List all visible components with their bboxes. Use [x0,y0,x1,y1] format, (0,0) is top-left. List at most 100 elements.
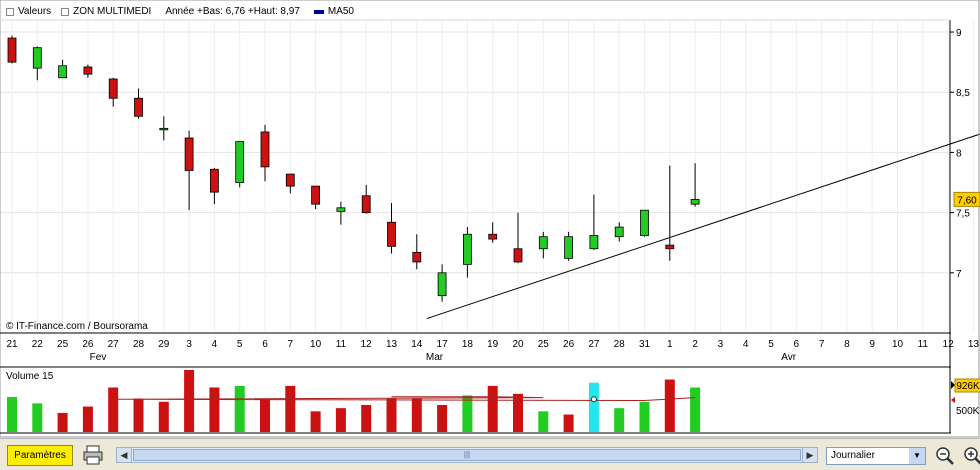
volume-marker [590,396,597,403]
candle [311,185,321,210]
volume-axis-label: 500K [956,406,980,417]
chart-legend: Valeurs ZON MULTIMEDI Année +Bas: 6,76 +… [6,6,354,17]
volume-bar [411,398,422,432]
x-tick-label: 18 [462,339,474,350]
candle-body [209,168,219,193]
candle-body [640,209,649,236]
candle-body [235,141,245,183]
volume-bar [563,414,574,432]
candle-body [32,47,42,69]
legend-series-label: Valeurs [18,6,52,17]
candle [614,222,624,242]
volume-bar [310,411,321,432]
x-tick-label: 6 [794,339,800,350]
volume-bar [133,398,144,432]
x-tick-label: 11 [918,339,929,350]
volume-tag-label: 926K [956,381,980,392]
x-tick-label: 29 [158,339,170,350]
volume-bar [487,385,498,432]
x-tick-label: 31 [639,339,651,350]
candle-body [7,37,17,63]
candle [134,88,143,119]
legend-swatch-stock [61,7,70,16]
chart-svg[interactable]: 98,587,57 21 22 25 26 27 28 29 3 4 5 6 7 10 11 12 13 14 1… [0,0,980,438]
x-tick-label: 7 [819,339,825,350]
candle-body [387,221,396,247]
x-tick-label: 6 [262,339,268,350]
candle [32,46,42,81]
volume-bar [7,397,17,432]
y-tick-label: 9 [956,28,962,39]
candle [235,141,245,188]
x-tick-label: 25 [538,339,550,350]
candle [665,165,675,261]
candle-body [513,248,523,263]
x-tick-label: 21 [6,339,18,350]
volume-bar [614,408,625,432]
candle-body [184,137,194,171]
toolbar: Paramètres ◀ ||| ▶ Journalier ▼ [0,438,980,470]
arrow-left-icon [951,397,955,403]
candle [589,194,599,250]
candle [513,212,523,264]
candle [108,77,118,107]
time-scrollbar[interactable]: ◀ ||| ▶ [116,447,818,463]
chart-frame: 9 8,5 8 7,5 7 21 22 25 26 27 28 29 3 4 5 6 7 10 11 12 13 14 1… [0,0,980,470]
scroll-left-icon[interactable]: ◀ [117,448,132,462]
x-tick-label: 28 [133,339,145,350]
candle-body [361,195,371,214]
candle [538,231,548,259]
volume-bar [538,411,549,432]
candle-body [108,78,118,99]
volume-bar [335,408,346,432]
period-select[interactable]: Journalier ▼ [826,447,926,465]
candle [83,64,93,78]
legend-swatch-ma [313,9,324,14]
x-tick-label: 28 [614,339,626,350]
candle-body [58,65,67,79]
zoom-out-icon[interactable] [934,445,956,467]
x-tick-label: 13 [968,339,980,350]
price-grid [0,20,974,333]
chevron-down-icon[interactable]: ▼ [909,448,925,464]
x-tick-label: 4 [212,339,218,350]
candle [462,227,472,278]
x-tick-label: 12 [943,339,955,350]
x-tick-label: 13 [386,339,398,350]
arrow-right-icon [951,381,955,389]
x-tick-label: 5 [768,339,774,350]
volume-bar [664,379,675,432]
y-tick-label: 7,5 [956,209,970,220]
x-tick-label: 5 [237,339,243,350]
x-tick-label: 22 [32,339,44,350]
x-tick-label: 25 [57,339,69,350]
x-tick-label: 26 [563,339,575,350]
scroll-thumb[interactable]: ||| [133,449,801,461]
volume-bar [234,385,245,432]
params-button[interactable]: Paramètres [7,445,73,466]
x-tick-label: 17 [437,339,449,350]
volume-bar [361,404,372,432]
x-tick-label: 10 [310,339,322,350]
candle [260,124,270,182]
candle [58,59,67,79]
scroll-right-icon[interactable]: ▶ [802,448,817,462]
zoom-in-icon[interactable] [962,445,980,467]
candle-body [311,185,321,205]
candle-body [83,66,93,75]
candle [285,173,295,194]
volume-bar [57,412,68,432]
candle [437,264,447,302]
month-label: Avr [781,352,796,363]
candle [209,168,219,205]
candle [361,184,371,214]
volume-bar [260,398,270,432]
price-tag-label: 7,60 [957,195,977,206]
print-icon[interactable] [82,444,104,466]
candle [336,201,346,225]
candle-body [285,173,295,187]
candle [640,209,649,237]
volume-bar [158,401,169,432]
candle [159,116,169,141]
legend-swatch-values [6,7,14,16]
